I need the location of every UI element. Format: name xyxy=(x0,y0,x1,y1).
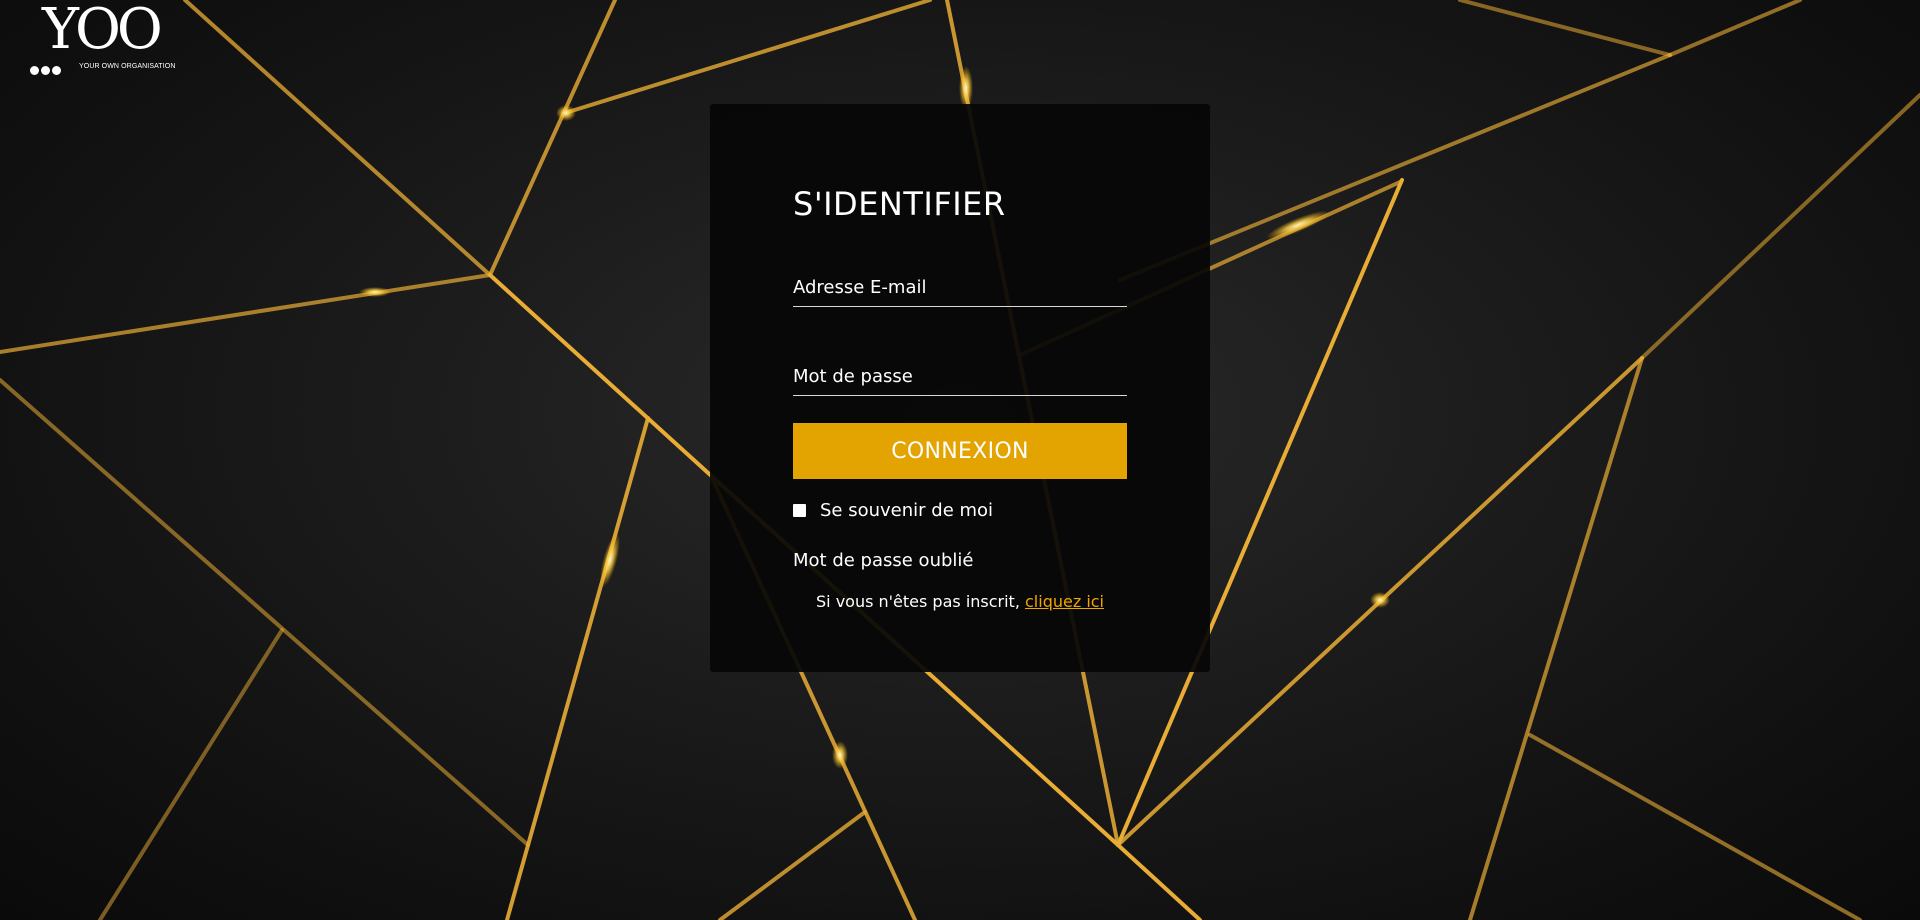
connexion-button[interactable]: CONNEXION xyxy=(793,423,1127,479)
logo-dots xyxy=(30,60,64,75)
password-field-container xyxy=(793,355,1127,396)
remember-me-label: Se souvenir de moi xyxy=(820,499,994,521)
logo[interactable]: YOO YOUR OWN ORGANISATION xyxy=(30,2,175,75)
email-field-container xyxy=(793,266,1127,307)
remember-me[interactable]: Se souvenir de moi xyxy=(793,498,993,522)
signup-text: Si vous n'êtes pas inscrit, xyxy=(816,592,1025,611)
logo-mark: YOO xyxy=(42,0,163,62)
login-title: S'IDENTIFIER xyxy=(793,185,1006,224)
password-input[interactable] xyxy=(793,366,1127,387)
logo-tagline: YOUR OWN ORGANISATION xyxy=(79,63,176,70)
remember-me-checkbox[interactable] xyxy=(793,503,806,517)
forgot-password-link[interactable]: Mot de passe oublié xyxy=(793,550,973,571)
signup-prompt: Si vous n'êtes pas inscrit, cliquez ici xyxy=(710,592,1210,611)
login-card: S'IDENTIFIER CONNEXION Se souvenir de mo… xyxy=(710,104,1210,672)
signup-link[interactable]: cliquez ici xyxy=(1025,592,1104,611)
email-input[interactable] xyxy=(793,277,1127,298)
